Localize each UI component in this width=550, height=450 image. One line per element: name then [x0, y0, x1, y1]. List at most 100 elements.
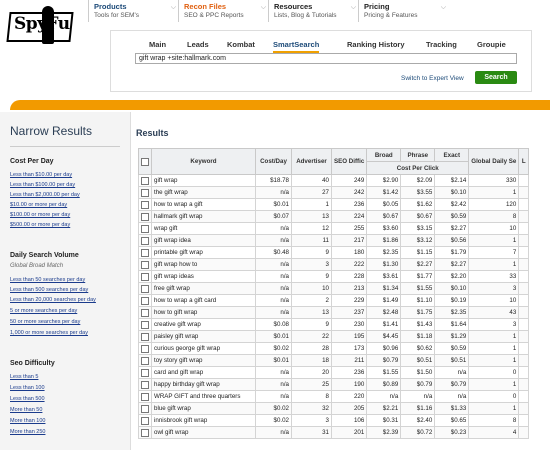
row-checkbox[interactable] — [138, 318, 152, 331]
filter-link[interactable]: Less than 20,000 searches per day — [10, 297, 96, 303]
keyword-cell[interactable]: how to wrap a gift card — [151, 294, 256, 307]
row-checkbox[interactable] — [138, 270, 152, 283]
row-checkbox[interactable] — [138, 378, 152, 391]
col-cost-day[interactable]: Cost/Day — [255, 148, 292, 175]
keyword-cell[interactable]: curious george gift wrap — [151, 342, 256, 355]
row-checkbox[interactable] — [138, 354, 152, 367]
tab-smartsearch[interactable]: SmartSearch — [273, 40, 320, 53]
filter-link[interactable]: Less than $100.00 per day — [10, 182, 75, 188]
table-row[interactable]: gift wrap how to n/a 3 222 $1.30 $2.27 $2.27 1 — [138, 258, 530, 271]
tab-leads[interactable]: Leads — [187, 40, 209, 49]
row-checkbox[interactable] — [138, 222, 152, 235]
tab-tracking[interactable]: Tracking — [426, 40, 457, 49]
nav-products[interactable]: Products Tools for SEM's ⌵ — [88, 0, 180, 22]
keyword-cell[interactable]: the gift wrap — [151, 186, 256, 199]
row-checkbox[interactable] — [138, 282, 152, 295]
table-row[interactable]: free gift wrap n/a 10 213 $1.34 $1.55 $0.10 3 — [138, 282, 530, 295]
row-checkbox[interactable] — [138, 258, 152, 271]
tab-ranking-history[interactable]: Ranking History — [347, 40, 405, 49]
table-row[interactable]: card and gift wrap n/a 20 236 $1.55 $1.50 n/a 0 — [138, 366, 530, 379]
row-checkbox[interactable] — [138, 306, 152, 319]
row-checkbox[interactable] — [138, 390, 152, 403]
keyword-cell[interactable]: gift wrap idea — [151, 234, 256, 247]
filter-link[interactable]: Less than 500 searches per day — [10, 287, 88, 293]
keyword-cell[interactable]: creative gift wrap — [151, 318, 256, 331]
expert-view-link[interactable]: Switch to Expert View — [401, 75, 464, 82]
table-row[interactable]: how to wrap a gift $0.01 1 236 $0.05 $1.62 $2.… — [138, 198, 530, 211]
table-row[interactable]: owl gift wrap n/a 31 201 $2.39 $0.72 $0.23 4 — [138, 426, 530, 439]
table-row[interactable]: gift wrap idea n/a 11 217 $1.86 $3.12 $0.56 1 — [138, 234, 530, 247]
filter-link[interactable]: 1,000 or more searches per day — [10, 330, 88, 336]
col-phrase[interactable]: Phrase — [400, 148, 436, 162]
table-row[interactable]: printable gift wrap $0.48 9 180 $2.35 $1.15 $1… — [138, 246, 530, 259]
keyword-cell[interactable]: paisley gift wrap — [151, 330, 256, 343]
keyword-cell[interactable]: happy birthday gift wrap — [151, 378, 256, 391]
row-checkbox[interactable] — [138, 330, 152, 343]
table-row[interactable]: gift wrap $18.78 40 249 $2.90 $2.09 $2.14 330 — [138, 174, 530, 187]
filter-link[interactable]: Less than $2,000.00 per day — [10, 192, 80, 198]
keyword-cell[interactable]: hallmark gift wrap — [151, 210, 256, 223]
table-row[interactable]: creative gift wrap $0.08 9 230 $1.41 $1.43 $1.… — [138, 318, 530, 331]
col-broad[interactable]: Broad — [366, 148, 402, 162]
keyword-cell[interactable]: owl gift wrap — [151, 426, 256, 439]
row-checkbox[interactable] — [138, 246, 152, 259]
table-row[interactable]: how to wrap a gift card n/a 2 229 $1.49 $1.10… — [138, 294, 530, 307]
nav-resources[interactable]: Resources Lists, Blog & Tutorials ⌵ — [268, 0, 360, 22]
search-input[interactable]: gift wrap +site:hallmark.com — [135, 53, 517, 64]
filter-link[interactable]: More than 50 — [10, 407, 42, 413]
row-checkbox[interactable] — [138, 198, 152, 211]
table-row[interactable]: toy story gift wrap $0.01 18 211 $0.79 $0.51 $… — [138, 354, 530, 367]
keyword-cell[interactable]: gift wrap — [151, 174, 256, 187]
tab-main[interactable]: Main — [149, 40, 166, 49]
table-row[interactable]: wrap gift n/a 12 255 $3.60 $3.15 $2.27 10 — [138, 222, 530, 235]
col-exact[interactable]: Exact — [434, 148, 470, 162]
table-row[interactable]: WRAP GIFT and three quarters n/a 8 220 n/a n/… — [138, 390, 530, 403]
keyword-cell[interactable]: card and gift wrap — [151, 366, 256, 379]
tab-groupie[interactable]: Groupie — [477, 40, 506, 49]
table-row[interactable]: hallmark gift wrap $0.07 13 224 $0.67 $0.67 $0… — [138, 210, 530, 223]
row-checkbox[interactable] — [138, 342, 152, 355]
keyword-cell[interactable]: how to gift wrap — [151, 306, 256, 319]
keyword-cell[interactable]: how to wrap a gift — [151, 198, 256, 211]
nav-recon-files[interactable]: Recon Files SEO & PPC Reports ⌵ — [178, 0, 270, 22]
row-checkbox[interactable] — [138, 414, 152, 427]
row-checkbox[interactable] — [138, 186, 152, 199]
col-keyword[interactable]: Keyword — [151, 148, 256, 175]
keyword-cell[interactable]: free gift wrap — [151, 282, 256, 295]
filter-link[interactable]: 5 or more searches per day — [10, 308, 77, 314]
col-advertiser[interactable]: Advertiser — [291, 148, 332, 175]
row-checkbox[interactable] — [138, 174, 152, 187]
row-checkbox[interactable] — [138, 234, 152, 247]
keyword-cell[interactable]: toy story gift wrap — [151, 354, 256, 367]
tab-kombat[interactable]: Kombat — [227, 40, 255, 49]
keyword-cell[interactable]: wrap gift — [151, 222, 256, 235]
filter-link[interactable]: 50 or more searches per day — [10, 319, 80, 325]
row-checkbox[interactable] — [138, 210, 152, 223]
table-row[interactable]: gift wrap ideas n/a 9 228 $3.61 $1.77 $2.20 33 — [138, 270, 530, 283]
filter-link[interactable]: More than 100 — [10, 418, 45, 424]
filter-link[interactable]: $500.00 or more per day — [10, 222, 70, 228]
table-row[interactable]: happy birthday gift wrap n/a 25 190 $0.89 $0.… — [138, 378, 530, 391]
select-all-checkbox[interactable] — [138, 148, 152, 175]
filter-link[interactable]: Less than 5 — [10, 374, 38, 380]
row-checkbox[interactable] — [138, 294, 152, 307]
row-checkbox[interactable] — [138, 402, 152, 415]
keyword-cell[interactable]: gift wrap ideas — [151, 270, 256, 283]
table-row[interactable]: how to gift wrap n/a 13 237 $2.48 $1.75 $2.35 4… — [138, 306, 530, 319]
table-row[interactable]: innisbrook gift wrap $0.02 3 106 $0.31 $2.40 $… — [138, 414, 530, 427]
table-row[interactable]: curious george gift wrap $0.02 28 173 $0.96 $… — [138, 342, 530, 355]
keyword-cell[interactable]: WRAP GIFT and three quarters — [151, 390, 256, 403]
col-seo-difficulty[interactable]: SEO Diffic — [330, 148, 368, 175]
row-checkbox[interactable] — [138, 426, 152, 439]
keyword-cell[interactable]: innisbrook gift wrap — [151, 414, 256, 427]
col-extra[interactable]: L — [518, 148, 530, 175]
keyword-cell[interactable]: blue gift wrap — [151, 402, 256, 415]
filter-link[interactable]: Less than 50 searches per day — [10, 277, 85, 283]
table-row[interactable]: blue gift wrap $0.02 32 205 $2.21 $1.16 $1.33 1 — [138, 402, 530, 415]
table-row[interactable]: paisley gift wrap $0.01 22 195 $4.45 $1.18 $1.… — [138, 330, 530, 343]
filter-link[interactable]: More than 250 — [10, 429, 45, 435]
keyword-cell[interactable]: printable gift wrap — [151, 246, 256, 259]
keyword-cell[interactable]: gift wrap how to — [151, 258, 256, 271]
filter-link[interactable]: Less than 500 — [10, 396, 45, 402]
nav-pricing[interactable]: Pricing Pricing & Features ⌵ — [358, 0, 450, 22]
